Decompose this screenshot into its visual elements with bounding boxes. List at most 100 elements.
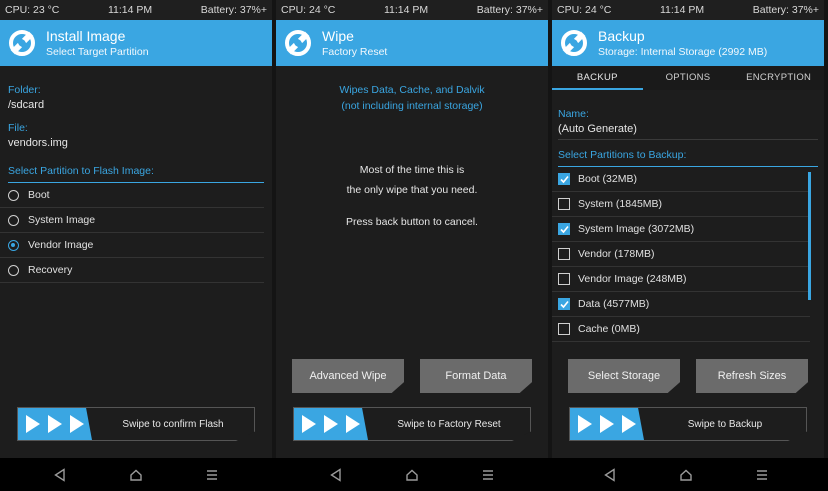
radio-icon: [8, 189, 19, 201]
checkbox-vendor-image[interactable]: Vendor Image (248MB): [552, 267, 810, 292]
checkbox-boot[interactable]: Boot (32MB): [552, 167, 810, 192]
tab-backup[interactable]: BACKUP: [552, 66, 643, 90]
file-label: File:: [8, 122, 28, 134]
home-button[interactable]: [402, 465, 422, 485]
page-subtitle: Select Target Partition: [46, 45, 149, 58]
arrow-right-icon: [622, 415, 636, 433]
checkbox-data[interactable]: Data (4577MB): [552, 292, 810, 317]
advanced-wipe-button[interactable]: Advanced Wipe: [292, 359, 404, 393]
folder-value[interactable]: /sdcard: [8, 99, 264, 111]
twrp-logo-icon: [285, 30, 311, 56]
checkbox-label: System (1845MB): [578, 198, 663, 210]
swipe-label: Swipe to Backup: [687, 418, 763, 430]
partition-list-scrollbar[interactable]: [808, 172, 811, 300]
checkbox-icon: [558, 323, 570, 335]
refresh-sizes-button[interactable]: Refresh Sizes: [696, 359, 808, 393]
arrow-right-icon: [302, 415, 316, 433]
name-input[interactable]: (Auto Generate): [558, 123, 818, 139]
backup-screen: CPU: 24 °C 11:14 PM Battery: 37%+ Backup…: [552, 0, 824, 458]
checkbox-label: Cache (0MB): [578, 323, 640, 335]
tab-encryption[interactable]: ENCRYPTION: [733, 66, 824, 90]
partition-select-header: Select Partition to Flash Image:: [0, 165, 272, 182]
divider: [558, 139, 818, 140]
wipe-info-line2: (not including internal storage): [341, 100, 483, 112]
header: Backup Storage: Internal Storage (2992 M…: [552, 20, 824, 66]
wipe-screen: CPU: 24 °C 11:14 PM Battery: 37%+ Wipe F…: [276, 0, 548, 458]
battery: Battery: 37%+: [752, 4, 819, 16]
wipe-message: Most of the time this is the only wipe t…: [276, 160, 548, 232]
file-value[interactable]: vendors.img: [8, 137, 264, 149]
header: Install Image Select Target Partition: [0, 20, 272, 66]
wipe-msg-line1: Most of the time this is: [359, 164, 465, 176]
page-title: Backup: [598, 27, 645, 44]
swipe-label: Swipe to confirm Flash: [122, 418, 224, 430]
partition-radio-list: Boot System Image Vendor Image Recovery: [0, 183, 264, 283]
tab-options[interactable]: OPTIONS: [643, 66, 734, 90]
menu-icon: [207, 470, 217, 480]
page-title: Wipe: [322, 27, 354, 44]
arrow-right-icon: [48, 415, 62, 433]
radio-label: System Image: [28, 214, 96, 226]
checkbox-label: Data (4577MB): [578, 298, 650, 310]
home-button[interactable]: [676, 465, 696, 485]
checkbox-system[interactable]: System (1845MB): [552, 192, 810, 217]
partition-checkbox-list: Boot (32MB) System (1845MB) System Image…: [552, 167, 810, 342]
radio-recovery[interactable]: Recovery: [0, 258, 264, 283]
checkbox-checked-icon: [558, 298, 570, 310]
radio-label: Recovery: [28, 264, 73, 276]
radio-icon: [8, 214, 19, 226]
checkbox-cache[interactable]: Cache (0MB): [552, 317, 810, 342]
page-subtitle: Factory Reset: [322, 45, 388, 58]
check-icon: [559, 225, 569, 233]
format-data-button[interactable]: Format Data: [420, 359, 532, 393]
arrow-right-icon: [324, 415, 338, 433]
status-bar: CPU: 23 °C 11:14 PM Battery: 37%+: [0, 0, 272, 20]
swipe-confirm-flash-slider[interactable]: Swipe to confirm Flash: [17, 407, 255, 441]
menu-button[interactable]: [202, 465, 222, 485]
arrow-right-icon: [346, 415, 360, 433]
page-title: Install Image: [46, 27, 126, 44]
install-screen: CPU: 23 °C 11:14 PM Battery: 37%+ Instal…: [0, 0, 272, 458]
back-button[interactable]: [600, 465, 620, 485]
cpu-temp: CPU: 23 °C: [5, 4, 60, 16]
menu-button[interactable]: [752, 465, 772, 485]
select-partition-label: Select Partition to Flash Image:: [8, 165, 154, 177]
checkbox-icon: [558, 198, 570, 210]
status-bar: CPU: 24 °C 11:14 PM Battery: 37%+: [552, 0, 824, 20]
checkbox-label: Vendor (178MB): [578, 248, 655, 260]
wipe-msg-line3: Press back button to cancel.: [346, 216, 478, 228]
home-button[interactable]: [126, 465, 146, 485]
twrp-logo-icon: [9, 30, 35, 56]
name-label: Name:: [558, 108, 589, 120]
back-icon: [604, 468, 615, 482]
swipe-handle[interactable]: [18, 408, 92, 440]
arrow-right-icon: [26, 415, 40, 433]
select-storage-button[interactable]: Select Storage: [568, 359, 680, 393]
battery: Battery: 37%+: [200, 4, 267, 16]
backup-tabs: BACKUP OPTIONS ENCRYPTION: [552, 66, 824, 90]
checkbox-system-image[interactable]: System Image (3072MB): [552, 217, 810, 242]
swipe-handle[interactable]: [570, 408, 644, 440]
swipe-backup-slider[interactable]: Swipe to Backup: [569, 407, 807, 441]
home-icon: [130, 469, 142, 481]
home-icon: [406, 469, 418, 481]
radio-system-image[interactable]: System Image: [0, 208, 264, 233]
clock: 11:14 PM: [383, 4, 429, 16]
wipe-info-line1: Wipes Data, Cache, and Dalvik: [339, 84, 485, 96]
check-icon: [559, 175, 569, 183]
menu-icon: [483, 470, 493, 480]
back-button[interactable]: [50, 465, 70, 485]
swipe-factory-reset-slider[interactable]: Swipe to Factory Reset: [293, 407, 531, 441]
menu-button[interactable]: [478, 465, 498, 485]
radio-boot[interactable]: Boot: [0, 183, 264, 208]
checkbox-vendor[interactable]: Vendor (178MB): [552, 242, 810, 267]
radio-vendor-image[interactable]: Vendor Image: [0, 233, 264, 258]
radio-icon: [8, 264, 19, 276]
checkbox-icon: [558, 273, 570, 285]
select-partitions-label: Select Partitions to Backup:: [558, 149, 687, 161]
radio-selected-icon: [8, 239, 19, 251]
checkbox-label: Vendor Image (248MB): [578, 273, 687, 285]
backup-name-section: Name: (Auto Generate) Select Partitions …: [552, 90, 824, 166]
back-button[interactable]: [326, 465, 346, 485]
swipe-handle[interactable]: [294, 408, 368, 440]
